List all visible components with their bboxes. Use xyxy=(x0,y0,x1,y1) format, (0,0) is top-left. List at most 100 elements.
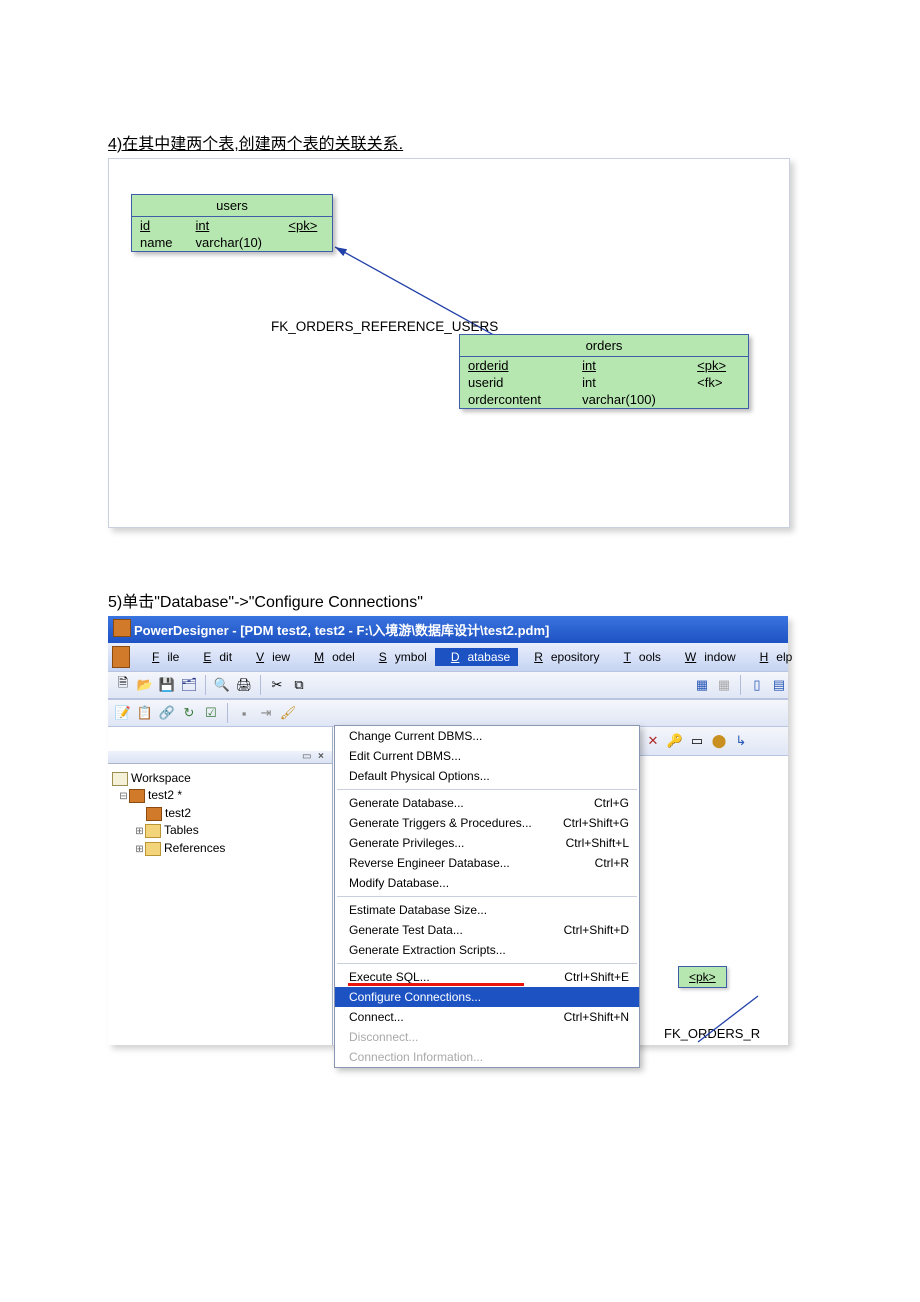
menu-view[interactable]: View xyxy=(240,648,298,666)
menu-item[interactable]: Generate Privileges...Ctrl+Shift+L xyxy=(335,833,639,853)
orders-col1-name: userid xyxy=(460,374,574,391)
right-toolstrip: ✕ 🔑 ▭ ⬤ ↳ xyxy=(638,727,788,756)
save-icon[interactable]: 💾 xyxy=(158,676,176,694)
menu-item[interactable]: Estimate Database Size... xyxy=(335,900,639,920)
tool-r1a-icon[interactable]: ▦ xyxy=(693,676,711,694)
workspace-icon xyxy=(112,772,128,786)
menu-item[interactable]: Modify Database... xyxy=(335,873,639,893)
pd-body: ▭ × Workspace ⊟test2 * test2 ⊞Tables ⊞Re… xyxy=(108,727,788,1045)
model-icon xyxy=(129,789,145,803)
orders-col0-key: <pk> xyxy=(689,357,748,374)
menu-tools[interactable]: Tools xyxy=(608,648,669,666)
tool-disk-icon[interactable]: ⬤ xyxy=(710,732,728,750)
menu-item[interactable]: Generate Database...Ctrl+G xyxy=(335,793,639,813)
browser-pane: ▭ × Workspace ⊟test2 * test2 ⊞Tables ⊞Re… xyxy=(108,727,333,1045)
edit-icon[interactable]: 📝 xyxy=(114,704,132,722)
menubar[interactable]: File Edit View Model Symbol Database Rep… xyxy=(108,643,788,671)
orders-col1-key: <fk> xyxy=(689,374,748,391)
tree-refs[interactable]: References xyxy=(164,841,225,855)
orders-col2-type: varchar(100) xyxy=(574,391,689,408)
print-icon[interactable]: 🖨 xyxy=(235,676,253,694)
users-col1-name: name xyxy=(132,234,188,251)
link-icon[interactable]: 🔗 xyxy=(158,704,176,722)
menu-item: Disconnect... xyxy=(335,1027,639,1047)
brush-icon[interactable]: 🖌 xyxy=(279,704,297,722)
menu-item[interactable]: Edit Current DBMS... xyxy=(335,746,639,766)
tool-rel-icon[interactable]: ↳ xyxy=(732,732,750,750)
orders-col0-name: orderid xyxy=(460,357,574,374)
users-col1-key xyxy=(280,234,332,251)
cut-icon[interactable]: ✂ xyxy=(268,676,286,694)
highlight-underline xyxy=(348,983,524,986)
refresh-icon[interactable]: ↻ xyxy=(180,704,198,722)
check-icon[interactable]: ☑ xyxy=(202,704,220,722)
peek-entity: <pk> xyxy=(678,966,727,988)
entity-users: users id int <pk> name varchar(10) xyxy=(131,194,333,252)
menu-model[interactable]: Model xyxy=(298,648,363,666)
menu-item[interactable]: Generate Test Data...Ctrl+Shift+D xyxy=(335,920,639,940)
menu-item[interactable]: Reverse Engineer Database...Ctrl+R xyxy=(335,853,639,873)
menu-file[interactable]: File xyxy=(136,648,187,666)
tree-tables[interactable]: Tables xyxy=(164,823,199,837)
menu-item: Connection Information... xyxy=(335,1047,639,1067)
new-icon[interactable]: 🗎 xyxy=(114,676,132,694)
block-icon[interactable]: ▪ xyxy=(235,704,253,722)
menu-item[interactable]: Change Current DBMS... xyxy=(335,726,639,746)
folder-icon xyxy=(145,824,161,838)
preview-icon[interactable]: 🔍 xyxy=(213,676,231,694)
open-icon[interactable]: 📂 xyxy=(136,676,154,694)
step5-text: 5)单击"Database"->"Configure Connections" xyxy=(108,588,812,612)
menu-item[interactable]: Generate Triggers & Procedures...Ctrl+Sh… xyxy=(335,813,639,833)
menu-separator xyxy=(337,963,637,964)
tree[interactable]: Workspace ⊟test2 * test2 ⊞Tables ⊞Refere… xyxy=(108,764,332,864)
users-col0-type: int xyxy=(188,217,281,234)
app-icon xyxy=(113,619,131,637)
titlebar: PowerDesigner - [PDM test2, test2 - F:\入… xyxy=(108,616,788,643)
database-dropdown[interactable]: Change Current DBMS...Edit Current DBMS.… xyxy=(334,725,640,1068)
users-col1-type: varchar(10) xyxy=(188,234,281,251)
menu-item[interactable]: Configure Connections... xyxy=(335,987,639,1007)
menu-symbol[interactable]: Symbol xyxy=(363,648,435,666)
pdm-icon xyxy=(146,807,162,821)
menu-separator xyxy=(337,896,637,897)
entity-orders: orders orderid int <pk> userid int <fk> … xyxy=(459,334,749,409)
orders-col1-type: int xyxy=(574,374,689,391)
menu-item[interactable]: Generate Extraction Scripts... xyxy=(335,940,639,960)
tool-r1d-icon[interactable]: ▤ xyxy=(770,676,788,694)
entity-orders-title: orders xyxy=(460,335,748,357)
orders-col2-key xyxy=(689,391,748,408)
tree-workspace[interactable]: Workspace xyxy=(131,771,191,785)
toolbar-row-1: 🗎 📂 💾 🗂 🔍 🖨 ✂ ⧉ ▦ ▦ ▯ ▤ xyxy=(108,671,788,699)
text-icon[interactable]: ⇥ xyxy=(257,704,275,722)
powerdesigner-window: PowerDesigner - [PDM test2, test2 - F:\入… xyxy=(108,616,788,1045)
saveall-icon[interactable]: 🗂 xyxy=(180,676,198,694)
orders-col2-name: ordercontent xyxy=(460,391,574,408)
step4-text: 4)在其中建两个表,创建两个表的关联关系. xyxy=(108,130,812,154)
menu-edit[interactable]: Edit xyxy=(187,648,240,666)
mdi-icon xyxy=(112,646,130,668)
menu-database[interactable]: Database xyxy=(435,648,518,666)
close-icon[interactable]: × xyxy=(318,751,330,762)
tool-rect-icon[interactable]: ▭ xyxy=(688,732,706,750)
menu-separator xyxy=(337,789,637,790)
users-col0-key: <pk> xyxy=(280,217,332,234)
tree-pdm[interactable]: test2 xyxy=(165,806,191,820)
copy-icon[interactable]: ⧉ xyxy=(290,676,308,694)
tree-model[interactable]: test2 * xyxy=(148,788,182,802)
relation-label: FK_ORDERS_REFERENCE_USERS xyxy=(271,319,498,334)
tool-key-icon[interactable]: 🔑 xyxy=(666,732,684,750)
paste-icon[interactable]: 📋 xyxy=(136,704,154,722)
menu-item[interactable]: Connect...Ctrl+Shift+N xyxy=(335,1007,639,1027)
menu-item[interactable]: Default Physical Options... xyxy=(335,766,639,786)
tool-r1b-icon[interactable]: ▦ xyxy=(715,676,733,694)
menu-window[interactable]: Window xyxy=(669,648,744,666)
orders-col0-type: int xyxy=(574,357,689,374)
tool-x-icon[interactable]: ✕ xyxy=(644,732,662,750)
pane-header: ▭ × xyxy=(108,751,332,764)
canvas-peek: <pk> FK_ORDERS_R xyxy=(648,966,788,1041)
pin-icon[interactable]: ▭ xyxy=(302,751,314,762)
tool-r1c-icon[interactable]: ▯ xyxy=(748,676,766,694)
menu-help[interactable]: Help xyxy=(744,648,801,666)
menu-repository[interactable]: Repository xyxy=(518,648,607,666)
toolbar-row-2: 📝 📋 🔗 ↻ ☑ ▪ ⇥ 🖌 xyxy=(108,699,788,727)
